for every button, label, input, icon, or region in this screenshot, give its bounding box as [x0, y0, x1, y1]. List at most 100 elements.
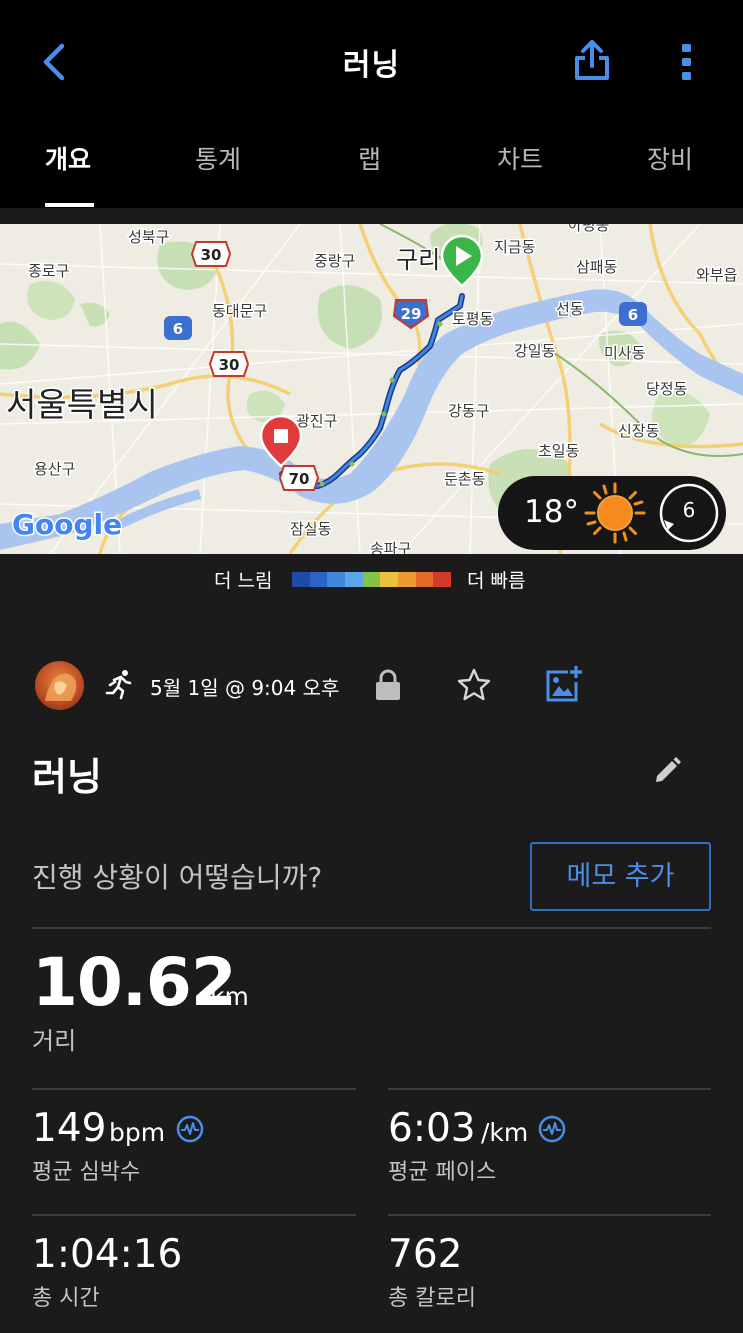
- add-memo-button[interactable]: 메모 추가: [530, 842, 711, 911]
- svg-text:6: 6: [173, 320, 183, 338]
- svg-text:토평동: 토평동: [452, 310, 494, 328]
- pace-color-segment-7: [415, 572, 434, 587]
- svg-text:강일동: 강일동: [514, 342, 556, 360]
- share-button[interactable]: [572, 36, 612, 84]
- tab-stats[interactable]: 통계: [195, 140, 241, 176]
- total-time-value: 1:04:16: [32, 1232, 183, 1277]
- svg-text:30: 30: [201, 246, 222, 264]
- tab-gear[interactable]: 장비: [647, 140, 693, 176]
- route-shield-30b: 30: [208, 351, 250, 377]
- divider: [32, 927, 711, 929]
- pace-legend: 더 느림 더 빠름: [0, 562, 743, 602]
- wind-speed: 6: [682, 498, 696, 522]
- legend-fast-label: 더 빠름: [467, 570, 526, 592]
- star-icon[interactable]: [456, 667, 492, 703]
- divider: [32, 1088, 356, 1090]
- svg-text:와부읍: 와부읍: [696, 266, 737, 284]
- total-time-label: 총 시간: [32, 1286, 100, 1311]
- legend-slow-label: 더 느림: [214, 570, 273, 592]
- distance-value: 10.62: [32, 944, 237, 1021]
- route-shield-30a: 30: [190, 241, 232, 267]
- tab-bar: 개요 통계 랩 차트 장비: [0, 118, 743, 208]
- sun-icon: [584, 482, 646, 544]
- add-photo-icon[interactable]: [544, 666, 584, 704]
- route-shield-6a: 6: [164, 316, 192, 340]
- pencil-icon[interactable]: [652, 756, 682, 786]
- pace-color-segment-0: [292, 572, 310, 587]
- svg-text:당정동: 당정동: [646, 380, 688, 398]
- tab-spacer: [0, 208, 743, 224]
- svg-text:선동: 선동: [556, 300, 584, 318]
- svg-text:용산구: 용산구: [34, 460, 75, 478]
- pace-chart-icon[interactable]: [538, 1115, 566, 1143]
- pace-color-segment-3: [345, 572, 363, 587]
- svg-text:신장동: 신장동: [618, 422, 660, 440]
- svg-text:강동구: 강동구: [448, 402, 489, 420]
- route-shield-6b: 6: [619, 302, 647, 326]
- heart-rate-value: 149: [32, 1106, 107, 1151]
- top-bar: 러닝: [0, 0, 743, 118]
- tab-overview[interactable]: 개요: [45, 140, 91, 176]
- pace-color-segment-4: [362, 572, 381, 587]
- tab-charts[interactable]: 차트: [497, 140, 543, 176]
- start-marker: [440, 234, 484, 288]
- lock-icon[interactable]: [374, 668, 402, 702]
- divider: [388, 1088, 711, 1090]
- activity-date: 5월 1일 @ 9:04 오후: [150, 676, 340, 700]
- pace-color-scale: [292, 572, 452, 587]
- active-tab-indicator: [45, 203, 94, 207]
- tab-laps[interactable]: 랩: [358, 140, 381, 176]
- share-icon: [575, 40, 609, 80]
- svg-text:서울특별시: 서울특별시: [6, 385, 158, 424]
- pace-color-segment-1: [309, 572, 328, 587]
- heart-rate-label: 평균 심박수: [32, 1160, 141, 1185]
- pace-value: 6:03: [388, 1106, 476, 1151]
- more-options-button[interactable]: [670, 38, 704, 86]
- svg-text:70: 70: [289, 470, 310, 488]
- progress-prompt: 진행 상황이 어떻습니까?: [32, 861, 323, 894]
- vertical-dots-icon: [682, 44, 691, 80]
- svg-text:송파구: 송파구: [370, 540, 411, 554]
- temperature: 18°: [524, 494, 579, 530]
- lion-avatar-image: [45, 673, 77, 701]
- svg-text:동대문구: 동대문구: [212, 302, 267, 320]
- wind-indicator: 6: [658, 482, 720, 544]
- pace-label: 평균 페이스: [388, 1160, 497, 1185]
- svg-text:구리: 구리: [396, 246, 440, 274]
- calories-value: 762: [388, 1232, 463, 1277]
- svg-text:성북구: 성북구: [128, 228, 169, 246]
- svg-text:30: 30: [219, 356, 240, 374]
- avatar[interactable]: [35, 661, 84, 710]
- svg-text:아평동: 아평동: [568, 224, 610, 234]
- page-title: 러닝: [342, 48, 401, 83]
- pace-unit: /km: [481, 1118, 529, 1147]
- svg-text:6: 6: [628, 306, 638, 324]
- route-shield-70: 70: [278, 465, 320, 491]
- svg-text:초일동: 초일동: [538, 442, 580, 460]
- heart-rate-unit: bpm: [109, 1118, 166, 1147]
- svg-text:미사동: 미사동: [604, 344, 646, 362]
- svg-text:지금동: 지금동: [494, 238, 536, 256]
- svg-text:종로구: 종로구: [28, 262, 69, 280]
- svg-text:광진구: 광진구: [296, 412, 337, 430]
- activity-name: 러닝: [32, 755, 102, 799]
- divider: [388, 1214, 711, 1216]
- distance-label: 거리: [32, 1027, 77, 1055]
- pace-color-segment-5: [380, 572, 399, 587]
- route-shield-29: 29: [392, 299, 430, 330]
- heart-rate-chart-icon[interactable]: [176, 1115, 204, 1143]
- weather-badge: 18° 6: [498, 476, 726, 550]
- pace-color-segment-6: [398, 572, 416, 587]
- distance-unit: km: [210, 982, 249, 1011]
- svg-text:삼패동: 삼패동: [576, 258, 618, 276]
- svg-text:잠실동: 잠실동: [290, 520, 332, 538]
- pace-color-segment-2: [327, 572, 346, 587]
- running-icon: [105, 670, 132, 700]
- svg-text:중랑구: 중랑구: [314, 252, 355, 270]
- google-logo: Google: [12, 508, 122, 541]
- svg-text:29: 29: [401, 305, 422, 323]
- calories-label: 총 칼로리: [388, 1286, 476, 1311]
- svg-text:둔촌동: 둔촌동: [444, 470, 486, 488]
- pace-color-segment-8: [433, 572, 452, 587]
- divider: [32, 1214, 356, 1216]
